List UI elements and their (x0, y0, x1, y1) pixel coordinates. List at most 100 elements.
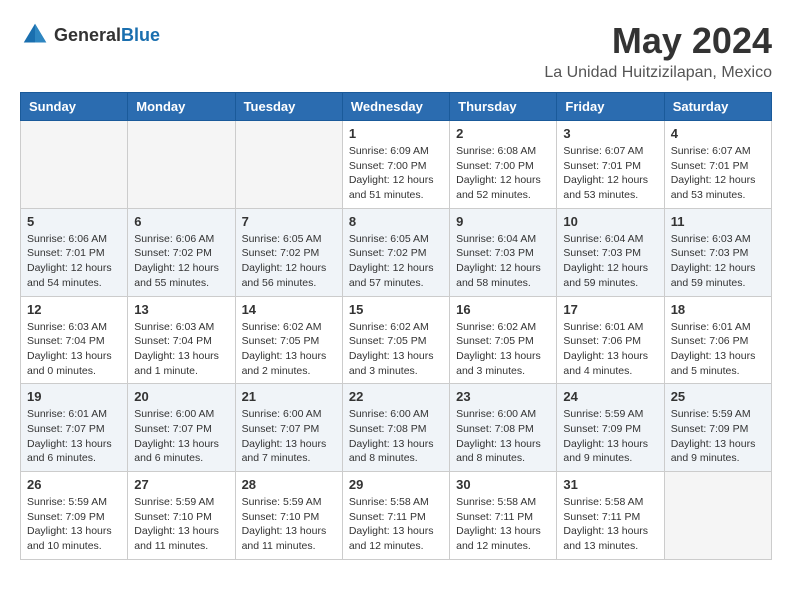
day-info: Sunrise: 6:04 AM Sunset: 7:03 PM Dayligh… (456, 232, 550, 291)
day-number: 25 (671, 389, 765, 404)
day-cell: 25Sunrise: 5:59 AM Sunset: 7:09 PM Dayli… (664, 384, 771, 472)
title-block: May 2024 La Unidad Huitzizilapan, Mexico (544, 20, 772, 82)
weekday-header-wednesday: Wednesday (342, 93, 449, 121)
day-info: Sunrise: 6:02 AM Sunset: 7:05 PM Dayligh… (349, 320, 443, 379)
day-number: 20 (134, 389, 228, 404)
day-number: 2 (456, 126, 550, 141)
day-info: Sunrise: 6:02 AM Sunset: 7:05 PM Dayligh… (456, 320, 550, 379)
day-number: 11 (671, 214, 765, 229)
weekday-header-monday: Monday (128, 93, 235, 121)
day-cell: 27 Sunrise: 5:59 AM Sunset: 7:10 PM Dayli… (128, 472, 235, 560)
day-cell: 12 Sunrise: 6:03 AM Sunset: 7:04 PM Dayli… (21, 296, 128, 384)
day-cell: 31 Sunrise: 5:58 AM Sunset: 7:11 PM Dayli… (557, 472, 664, 560)
day-number: 12 (27, 302, 121, 317)
day-info: Sunrise: 6:01 AM Sunset: 7:07 PM Dayligh… (27, 407, 121, 466)
calendar-table: SundayMondayTuesdayWednesdayThursdayFrid… (20, 92, 772, 560)
day-number: 22 (349, 389, 443, 404)
page-header: GeneralBlue May 2024 La Unidad Huitzizil… (20, 20, 772, 82)
location-title: La Unidad Huitzizilapan, Mexico (544, 64, 772, 82)
day-cell: 24 Sunrise: 5:59 AM Sunset: 7:09 PM Dayli… (557, 384, 664, 472)
day-number: 16 (456, 302, 550, 317)
day-cell: 6Sunrise: 6:06 AM Sunset: 7:02 PM Daylig… (128, 208, 235, 296)
day-cell: 16 Sunrise: 6:02 AM Sunset: 7:05 PM Dayli… (450, 296, 557, 384)
day-info: Sunrise: 6:06 AM Sunset: 7:01 PM Dayligh… (27, 232, 121, 291)
day-info: Sunrise: 6:03 AM Sunset: 7:03 PM Dayligh… (671, 232, 765, 291)
calendar-week-row: 12 Sunrise: 6:03 AM Sunset: 7:04 PM Dayli… (21, 296, 772, 384)
day-info: Sunrise: 5:58 AM Sunset: 7:11 PM Dayligh… (563, 495, 657, 554)
day-number: 29 (349, 477, 443, 492)
calendar-week-row: 1Sunrise: 6:09 AM Sunset: 7:00 PM Daylig… (21, 121, 772, 209)
day-number: 15 (349, 302, 443, 317)
day-info: Sunrise: 5:59 AM Sunset: 7:09 PM Dayligh… (563, 407, 657, 466)
day-cell: 20 Sunrise: 6:00 AM Sunset: 7:07 PM Dayli… (128, 384, 235, 472)
weekday-header-sunday: Sunday (21, 93, 128, 121)
day-number: 30 (456, 477, 550, 492)
day-cell: 18 Sunrise: 6:01 AM Sunset: 7:06 PM Dayli… (664, 296, 771, 384)
day-number: 27 (134, 477, 228, 492)
day-info: Sunrise: 6:01 AM Sunset: 7:06 PM Dayligh… (671, 320, 765, 379)
day-number: 7 (242, 214, 336, 229)
day-info: Sunrise: 5:58 AM Sunset: 7:11 PM Dayligh… (456, 495, 550, 554)
day-number: 23 (456, 389, 550, 404)
day-number: 18 (671, 302, 765, 317)
logo-icon (20, 20, 50, 50)
day-cell: 15 Sunrise: 6:02 AM Sunset: 7:05 PM Dayli… (342, 296, 449, 384)
day-cell: 26Sunrise: 5:59 AM Sunset: 7:09 PM Dayli… (21, 472, 128, 560)
empty-day-cell (664, 472, 771, 560)
day-number: 5 (27, 214, 121, 229)
day-number: 28 (242, 477, 336, 492)
day-number: 10 (563, 214, 657, 229)
day-cell: 22Sunrise: 6:00 AM Sunset: 7:08 PM Dayli… (342, 384, 449, 472)
day-info: Sunrise: 6:00 AM Sunset: 7:08 PM Dayligh… (456, 407, 550, 466)
day-number: 4 (671, 126, 765, 141)
day-cell: 17Sunrise: 6:01 AM Sunset: 7:06 PM Dayli… (557, 296, 664, 384)
day-cell: 8Sunrise: 6:05 AM Sunset: 7:02 PM Daylig… (342, 208, 449, 296)
empty-day-cell (21, 121, 128, 209)
day-cell: 2 Sunrise: 6:08 AM Sunset: 7:00 PM Daylig… (450, 121, 557, 209)
day-number: 21 (242, 389, 336, 404)
day-info: Sunrise: 6:00 AM Sunset: 7:07 PM Dayligh… (242, 407, 336, 466)
day-info: Sunrise: 6:08 AM Sunset: 7:00 PM Dayligh… (456, 144, 550, 203)
day-cell: 28 Sunrise: 5:59 AM Sunset: 7:10 PM Dayli… (235, 472, 342, 560)
day-cell: 5 Sunrise: 6:06 AM Sunset: 7:01 PM Daylig… (21, 208, 128, 296)
day-number: 26 (27, 477, 121, 492)
calendar-header-row: SundayMondayTuesdayWednesdayThursdayFrid… (21, 93, 772, 121)
weekday-header-friday: Friday (557, 93, 664, 121)
month-title: May 2024 (544, 20, 772, 62)
day-cell: 29 Sunrise: 5:58 AM Sunset: 7:11 PM Dayli… (342, 472, 449, 560)
day-number: 31 (563, 477, 657, 492)
day-info: Sunrise: 5:58 AM Sunset: 7:11 PM Dayligh… (349, 495, 443, 554)
day-info: Sunrise: 5:59 AM Sunset: 7:10 PM Dayligh… (134, 495, 228, 554)
day-cell: 9 Sunrise: 6:04 AM Sunset: 7:03 PM Daylig… (450, 208, 557, 296)
day-number: 14 (242, 302, 336, 317)
day-info: Sunrise: 5:59 AM Sunset: 7:10 PM Dayligh… (242, 495, 336, 554)
logo: GeneralBlue (20, 20, 160, 50)
day-number: 9 (456, 214, 550, 229)
day-cell: 23 Sunrise: 6:00 AM Sunset: 7:08 PM Dayli… (450, 384, 557, 472)
day-number: 3 (563, 126, 657, 141)
weekday-header-thursday: Thursday (450, 93, 557, 121)
day-info: Sunrise: 6:03 AM Sunset: 7:04 PM Dayligh… (27, 320, 121, 379)
day-cell: 19 Sunrise: 6:01 AM Sunset: 7:07 PM Dayli… (21, 384, 128, 472)
day-info: Sunrise: 6:00 AM Sunset: 7:07 PM Dayligh… (134, 407, 228, 466)
day-number: 19 (27, 389, 121, 404)
day-info: Sunrise: 6:01 AM Sunset: 7:06 PM Dayligh… (563, 320, 657, 379)
empty-day-cell (235, 121, 342, 209)
calendar-week-row: 26Sunrise: 5:59 AM Sunset: 7:09 PM Dayli… (21, 472, 772, 560)
day-cell: 10 Sunrise: 6:04 AM Sunset: 7:03 PM Dayli… (557, 208, 664, 296)
calendar-week-row: 5 Sunrise: 6:06 AM Sunset: 7:01 PM Daylig… (21, 208, 772, 296)
day-info: Sunrise: 6:05 AM Sunset: 7:02 PM Dayligh… (242, 232, 336, 291)
day-cell: 14Sunrise: 6:02 AM Sunset: 7:05 PM Dayli… (235, 296, 342, 384)
day-info: Sunrise: 6:06 AM Sunset: 7:02 PM Dayligh… (134, 232, 228, 291)
day-number: 1 (349, 126, 443, 141)
day-cell: 1Sunrise: 6:09 AM Sunset: 7:00 PM Daylig… (342, 121, 449, 209)
day-cell: 13Sunrise: 6:03 AM Sunset: 7:04 PM Dayli… (128, 296, 235, 384)
day-info: Sunrise: 6:03 AM Sunset: 7:04 PM Dayligh… (134, 320, 228, 379)
day-info: Sunrise: 6:07 AM Sunset: 7:01 PM Dayligh… (671, 144, 765, 203)
empty-day-cell (128, 121, 235, 209)
day-info: Sunrise: 6:07 AM Sunset: 7:01 PM Dayligh… (563, 144, 657, 203)
weekday-header-saturday: Saturday (664, 93, 771, 121)
day-number: 24 (563, 389, 657, 404)
day-info: Sunrise: 6:04 AM Sunset: 7:03 PM Dayligh… (563, 232, 657, 291)
day-cell: 3 Sunrise: 6:07 AM Sunset: 7:01 PM Daylig… (557, 121, 664, 209)
